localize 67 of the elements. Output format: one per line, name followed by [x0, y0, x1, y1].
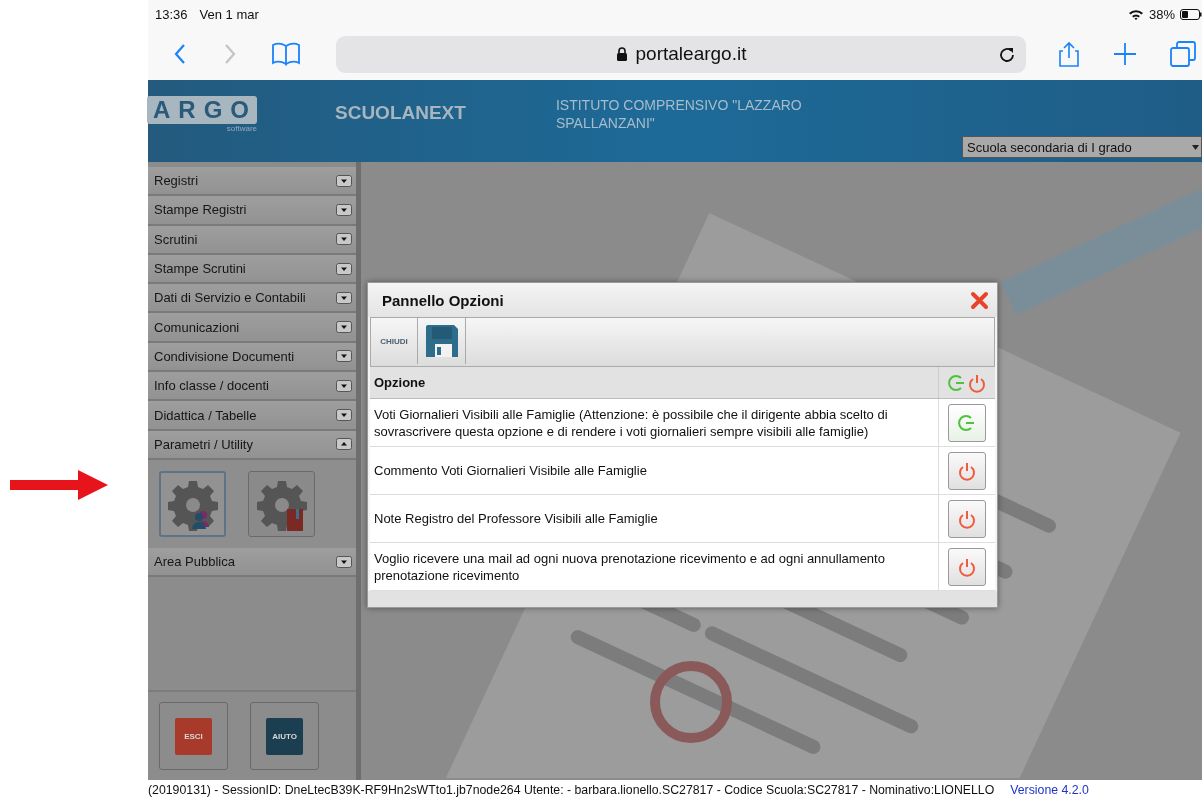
close-button[interactable]: CHIUDI [371, 318, 418, 364]
product-name: SCUOLANEXT [335, 102, 466, 124]
plus-icon[interactable] [1113, 42, 1137, 66]
battery-percentage: 38% [1148, 6, 1175, 22]
school-level-dropdown[interactable]: Scuola secondaria di I grado [962, 136, 1202, 158]
utility-button[interactable] [159, 470, 226, 537]
toggle-button[interactable] [948, 499, 986, 538]
share-icon[interactable] [1058, 41, 1080, 67]
menu-item[interactable]: Stampe Registri [148, 196, 356, 226]
url-text: portaleargo.it [635, 43, 747, 65]
toggle-button[interactable] [948, 547, 986, 586]
menu-item[interactable]: Comunicazioni [148, 313, 356, 343]
expand-icon [336, 350, 352, 363]
option-label: Voti Giornalieri Visibili alle Famiglie (Attenzione: è possibile che il dirigente abbia scelto di sovrascrivere questa opzione e di rendere i voti giornalieri sempre visibili alle famiglie) [373, 405, 889, 441]
close-icon[interactable] [970, 290, 989, 310]
expand-icon [336, 409, 352, 421]
session-info: (20190131) - SessionID: DneLtecB39K-RF9Hn2sWTto1.jb7node264 Utente: - barbara.lionello.SC27817 - Codice Scuola:SC27817 - Nominativo:LIONELLO [148, 782, 995, 797]
toggle-button[interactable] [948, 403, 986, 442]
option-label: Voglio ricevere una mail ad ogni nuova prenotazione ricevimento e ad ogni annullamento prenotazione ricevimento [373, 549, 886, 585]
reload-icon[interactable] [999, 45, 1016, 63]
column-header: Opzione [373, 375, 427, 390]
expand-icon [336, 379, 352, 392]
option-label: Commento Voti Giornalieri Visibile alle Famiglie [373, 462, 648, 480]
power-icon [957, 460, 977, 481]
menu-item[interactable]: Scrutini [148, 225, 356, 255]
exit-button[interactable]: ESCI [175, 717, 212, 755]
lock-icon [615, 47, 628, 61]
on-icon [957, 412, 977, 433]
help-button[interactable]: AIUTO [266, 717, 303, 755]
power-icon [957, 508, 977, 529]
expand-icon [336, 291, 352, 304]
on-icon [947, 372, 967, 393]
tabs-icon[interactable] [1170, 41, 1196, 67]
menu-item[interactable]: Dati di Servizio e Contabili [148, 284, 356, 314]
collapse-icon [336, 438, 352, 451]
power-icon [957, 556, 977, 577]
menu-item[interactable]: Registri [148, 167, 356, 197]
version-link[interactable]: Versione 4.2.0 [1010, 782, 1089, 797]
toggle-button[interactable] [948, 451, 986, 490]
date-text: Ven 1 mar [199, 6, 259, 22]
book-icon[interactable] [272, 42, 300, 66]
back-icon[interactable] [174, 43, 187, 65]
arrow-icon [10, 468, 110, 502]
menu-item[interactable]: Condivisione Documenti [148, 342, 356, 373]
option-label: Note Registro del Professore Visibili alle Famiglie [373, 510, 659, 528]
menu-item[interactable]: Didattica / Tabelle [148, 401, 356, 431]
menu-item[interactable]: Parametri / Utility [148, 430, 356, 460]
power-icon [967, 372, 987, 393]
expand-icon [336, 174, 352, 187]
address-bar[interactable]: portaleargo.it [336, 35, 1026, 73]
dropdown-arrow-icon [1192, 144, 1199, 150]
school-name: ISTITUTO COMPRENSIVO "LAZZARO SPALLANZANI" [555, 96, 803, 132]
logo-text: ARGO [147, 96, 257, 124]
logo-subtitle: software [226, 124, 257, 133]
dialog-title: Pannello Opzioni [382, 291, 504, 309]
expand-icon [336, 321, 352, 334]
utility-button[interactable] [248, 470, 315, 537]
wifi-icon [1127, 8, 1144, 20]
menu-item[interactable]: Area Pubblica [148, 547, 356, 578]
expand-icon [336, 233, 352, 246]
expand-icon [336, 262, 352, 275]
expand-icon [336, 555, 352, 568]
clock-time: 13:36 [155, 6, 188, 22]
battery-icon [1180, 8, 1202, 20]
expand-icon [336, 203, 352, 216]
menu-item[interactable]: Stampe Scrutini [148, 254, 356, 285]
menu-item[interactable]: Info classe / docenti [148, 372, 356, 402]
